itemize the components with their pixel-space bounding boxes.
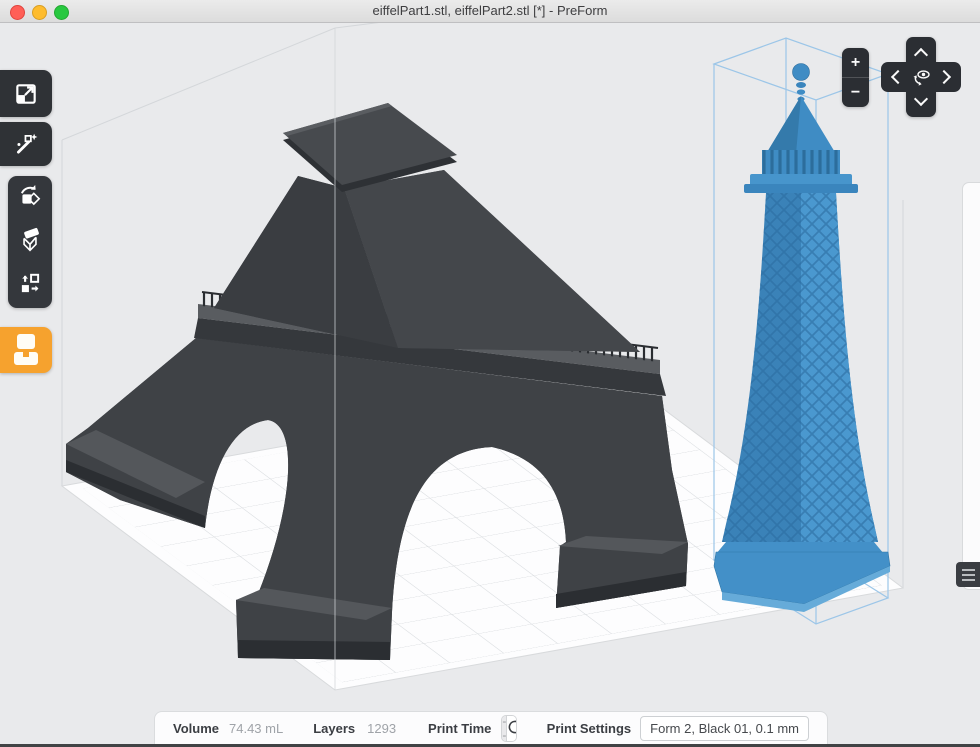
print-settings-selector[interactable]: Form 2, Black 01, 0.1 mm (640, 716, 809, 741)
chevron-up-icon (914, 48, 928, 62)
volume-label: Volume (173, 721, 219, 736)
supports-tool-button[interactable] (8, 220, 52, 264)
supports-icon (17, 227, 43, 258)
chevron-left-icon (891, 70, 905, 84)
zoom-out-button[interactable]: − (842, 78, 869, 107)
status-bar: Volume 74.43 mL Layers 1293 Print Time -… (154, 711, 828, 744)
print-setup-button[interactable] (0, 327, 52, 373)
parts-panel-collapsed (962, 182, 980, 590)
refresh-icon (507, 719, 516, 738)
viewport-3d[interactable] (0, 0, 980, 747)
print-time-label: Print Time (428, 721, 491, 736)
chevron-right-icon (937, 70, 951, 84)
window-title: eiffelPart1.stl, eiffelPart2.stl [*] - P… (0, 0, 980, 22)
rotate-icon (17, 183, 43, 214)
eye-orbit-icon (910, 76, 932, 93)
refresh-print-time-button[interactable] (507, 716, 516, 741)
layers-value: 1293 (367, 721, 396, 736)
layout-tool-button[interactable] (8, 264, 52, 308)
preform-window: eiffelPart1.stl, eiffelPart2.stl [*] - P… (0, 0, 980, 747)
pan-left-button[interactable] (885, 66, 907, 88)
layers-label: Layers (313, 721, 355, 736)
volume-value: 74.43 mL (229, 721, 283, 736)
chevron-down-icon (914, 92, 928, 106)
model-eiffelpart1[interactable] (66, 103, 688, 660)
transform-tool-group (8, 176, 52, 308)
one-click-print-tool-button[interactable] (0, 122, 52, 166)
pan-up-button[interactable] (910, 42, 932, 64)
pan-right-button[interactable] (935, 66, 957, 88)
print-time-control: -- (501, 715, 516, 742)
print-settings-label: Print Settings (547, 721, 632, 736)
title-bar: eiffelPart1.stl, eiffelPart2.stl [*] - P… (0, 0, 980, 23)
magic-wand-icon (13, 131, 39, 157)
model-eiffelpart2[interactable] (714, 64, 890, 613)
pan-down-button[interactable] (910, 90, 932, 112)
orient-tool-button[interactable] (8, 176, 52, 220)
list-icon (962, 569, 975, 571)
parts-panel-handle[interactable] (956, 562, 980, 587)
layout-icon (17, 271, 43, 302)
cartridge-icon (0, 327, 52, 373)
resize-icon (13, 81, 39, 107)
scale-tool-button[interactable] (0, 70, 52, 117)
zoom-in-button[interactable]: + (842, 48, 869, 78)
orbit-view-button[interactable] (910, 67, 932, 89)
zoom-control: + − (842, 48, 869, 107)
